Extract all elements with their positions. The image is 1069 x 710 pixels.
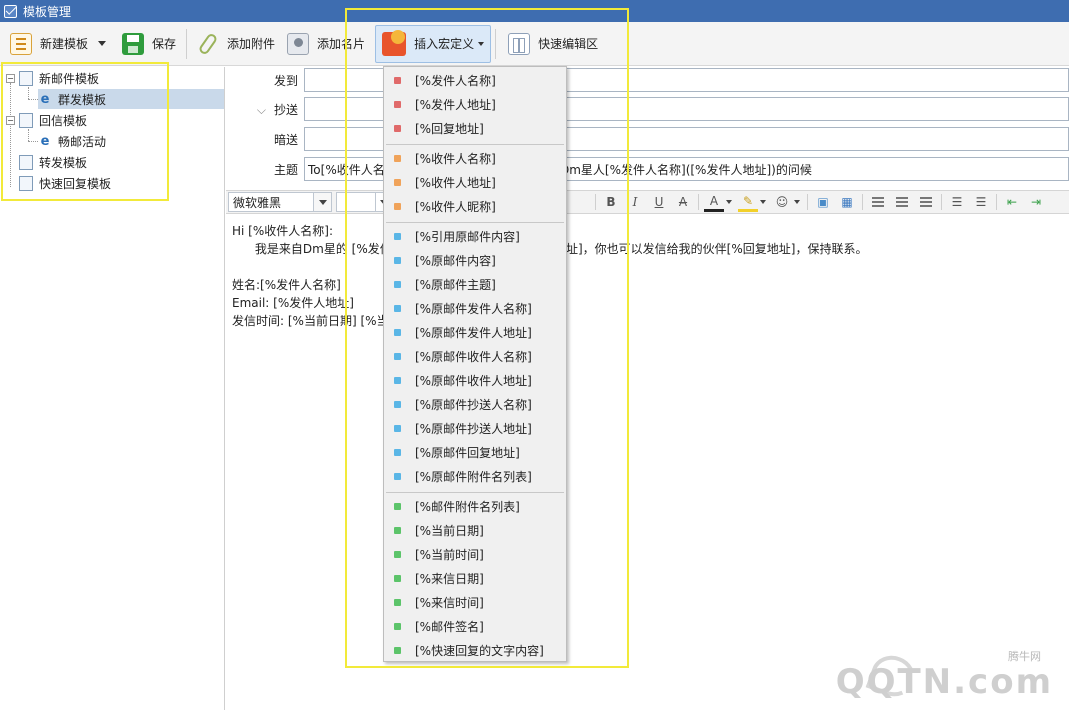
font-color-icon[interactable]: A <box>704 192 724 212</box>
font-family-value: 微软雅黑 <box>233 195 282 210</box>
contact-card-icon <box>287 32 310 55</box>
chevron-down-icon[interactable] <box>760 200 766 204</box>
watermark-text: QQTN.com <box>835 662 1053 702</box>
add-attachment-label: 添加附件 <box>227 37 276 51</box>
chevron-down-icon[interactable] <box>313 193 331 211</box>
to-label: 发到 <box>273 73 298 88</box>
bcc-label: 暗送 <box>273 132 298 147</box>
unordered-list-icon[interactable]: ☰ <box>971 192 991 212</box>
watermark: 腾牛网 QQTN.com <box>836 646 1061 706</box>
underline-icon[interactable]: U <box>649 192 669 212</box>
new-template-button[interactable]: 新建模板 <box>4 26 112 62</box>
format-divider <box>698 194 699 210</box>
align-left-icon[interactable] <box>868 192 888 212</box>
save-button[interactable]: 保存 <box>116 26 182 62</box>
highlight-box <box>1 62 169 201</box>
strikethrough-icon[interactable]: A <box>673 192 693 212</box>
indent-icon[interactable]: ⇥ <box>1026 192 1046 212</box>
toolbar-divider <box>186 28 188 59</box>
chevron-down-icon[interactable]: ⌵ <box>257 103 266 117</box>
format-divider <box>862 194 863 210</box>
new-template-icon <box>10 32 32 55</box>
chevron-down-icon[interactable] <box>726 200 732 204</box>
format-divider <box>941 194 942 210</box>
subject-label: 主题 <box>273 162 298 177</box>
cc-label-wrap[interactable]: ⌵ 抄送 <box>226 101 304 118</box>
chevron-down-icon[interactable] <box>98 41 107 46</box>
image-icon[interactable]: ▣ <box>813 192 833 212</box>
emoticon-icon[interactable]: ☺ <box>772 192 792 212</box>
outdent-icon[interactable]: ⇤ <box>1002 192 1022 212</box>
highlight-color-icon[interactable]: ✎ <box>738 192 758 212</box>
save-icon <box>122 32 145 55</box>
highlight-box <box>345 8 629 668</box>
cc-label: 抄送 <box>273 102 298 117</box>
ordered-list-icon[interactable]: ☰ <box>947 192 967 212</box>
align-right-icon[interactable] <box>916 192 936 212</box>
format-divider <box>996 194 997 210</box>
app-icon <box>4 4 17 18</box>
paperclip-icon <box>197 31 219 56</box>
new-template-label: 新建模板 <box>40 37 89 51</box>
font-family-select[interactable]: 微软雅黑 <box>228 192 332 212</box>
add-attachment-button[interactable]: 添加附件 <box>191 26 281 62</box>
window-title: 模板管理 <box>23 4 72 19</box>
format-divider <box>807 194 808 210</box>
chevron-down-icon[interactable] <box>794 200 800 204</box>
table-icon[interactable]: ▦ <box>837 192 857 212</box>
align-center-icon[interactable] <box>892 192 912 212</box>
save-label: 保存 <box>152 37 177 51</box>
